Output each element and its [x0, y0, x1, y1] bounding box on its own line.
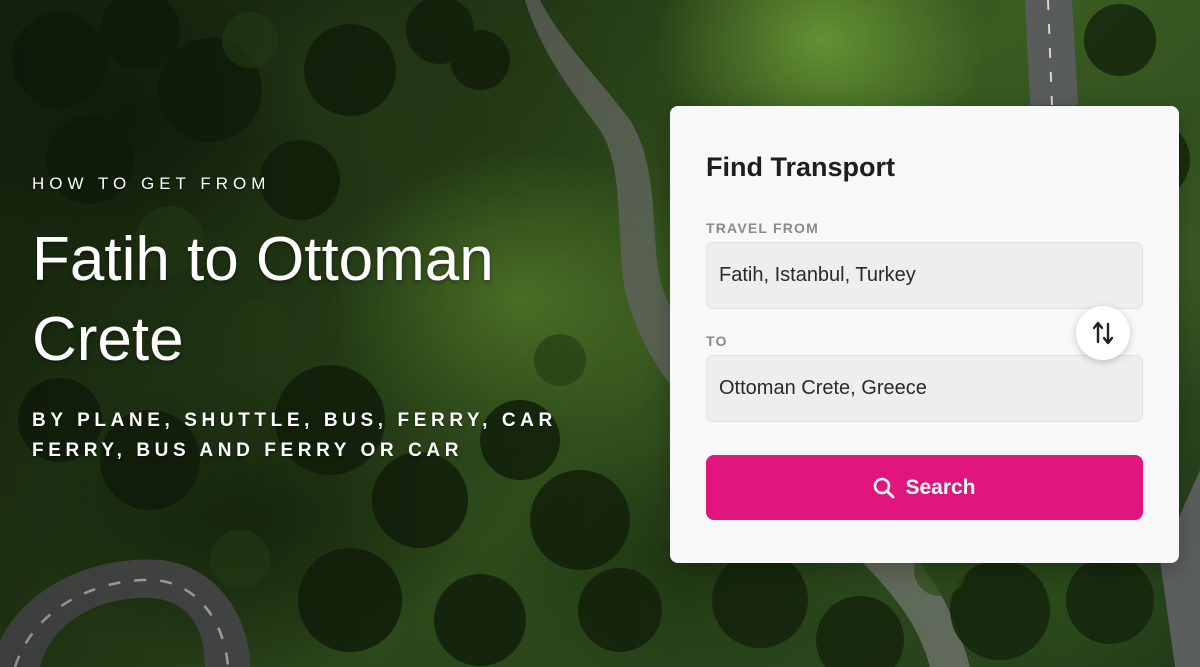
travel-from-label: TRAVEL FROM: [706, 220, 820, 236]
hero-headline: Fatih to Ottoman Crete: [32, 225, 494, 374]
find-transport-title: Find Transport: [706, 152, 895, 182]
search-icon: [874, 477, 895, 498]
travel-from-input[interactable]: [706, 242, 1143, 309]
travel-to-input[interactable]: [706, 355, 1143, 422]
search-button[interactable]: Search: [706, 455, 1143, 520]
find-transport-card: Find Transport TRAVEL FROM TO Search: [670, 106, 1179, 563]
swap-vertical-icon: [1092, 321, 1114, 345]
hero-copy: HOW TO GET FROM Fatih to Ottoman Crete B…: [32, 174, 632, 466]
hero-transport-modes: BY PLANE, SHUTTLE, BUS, FERRY, CAR FERRY…: [32, 410, 557, 461]
hero-eyebrow: HOW TO GET FROM: [32, 174, 271, 193]
swap-locations-button[interactable]: [1076, 306, 1130, 360]
travel-to-label: TO: [706, 333, 728, 349]
search-button-label: Search: [905, 475, 976, 499]
hero-section: HOW TO GET FROM Fatih to Ottoman Crete B…: [0, 0, 1200, 667]
